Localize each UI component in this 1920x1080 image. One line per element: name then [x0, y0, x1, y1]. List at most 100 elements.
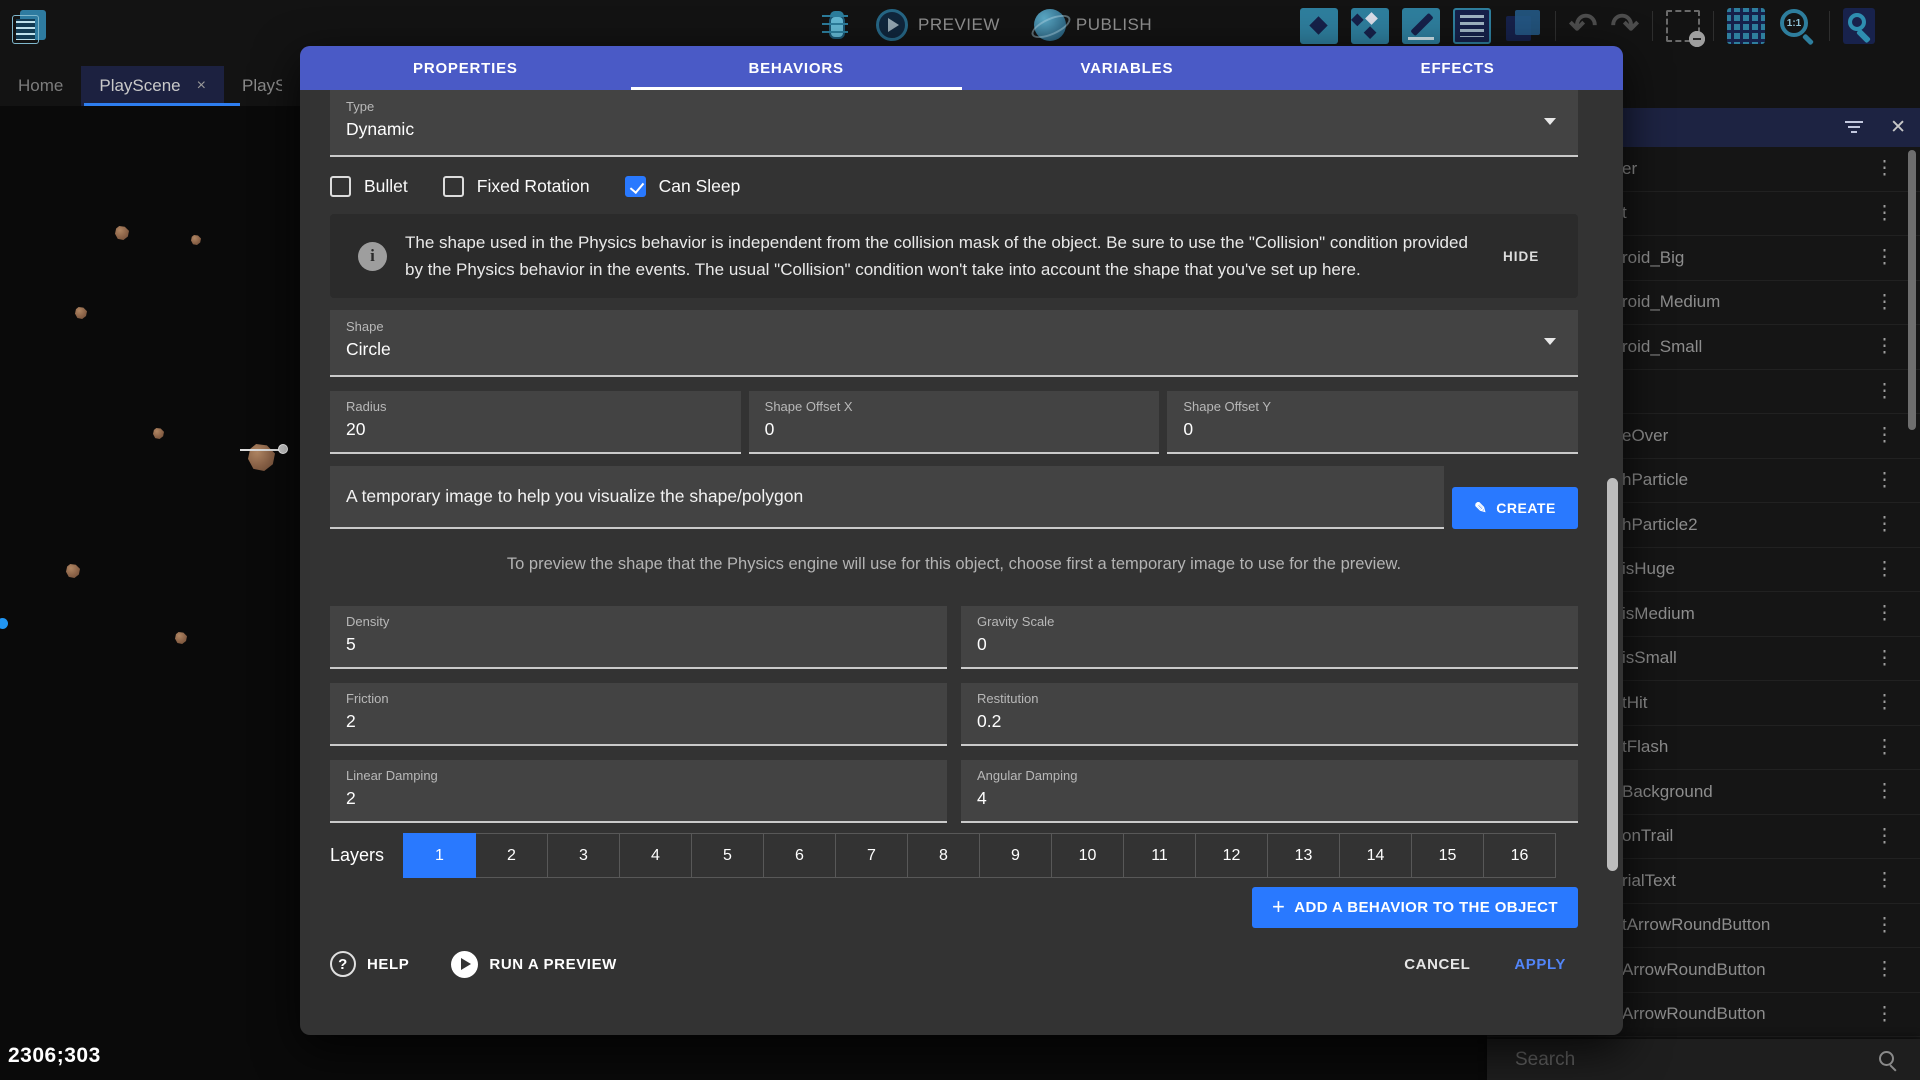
asteroid-sprite[interactable]: [75, 307, 87, 319]
layer-button[interactable]: 10: [1051, 833, 1124, 878]
help-button[interactable]: ? HELP: [330, 951, 409, 977]
kebab-menu-icon[interactable]: ⋮: [1875, 424, 1894, 447]
edit-scene-icon[interactable]: [1402, 8, 1440, 44]
grid-icon[interactable]: [1727, 8, 1765, 44]
asteroid-sprite[interactable]: [115, 226, 129, 240]
physics-param-field[interactable]: Density 5: [330, 606, 947, 669]
cancel-button[interactable]: CANCEL: [1404, 956, 1470, 973]
object-groups-icon[interactable]: [1351, 8, 1389, 44]
asteroid-sprite[interactable]: [153, 428, 164, 439]
layer-button[interactable]: 2: [475, 833, 548, 878]
layer-button[interactable]: 12: [1195, 833, 1268, 878]
physics-param-field[interactable]: Angular Damping 4: [961, 760, 1578, 823]
kebab-menu-icon[interactable]: ⋮: [1875, 291, 1894, 314]
dialog-tab[interactable]: PROPERTIES: [300, 46, 631, 90]
layer-button[interactable]: 16: [1483, 833, 1556, 878]
fixed-rotation-checkbox[interactable]: [443, 176, 464, 197]
kebab-menu-icon[interactable]: ⋮: [1875, 602, 1894, 625]
layer-button[interactable]: 11: [1123, 833, 1196, 878]
layer-button[interactable]: 5: [691, 833, 764, 878]
kebab-menu-icon[interactable]: ⋮: [1875, 335, 1894, 358]
kebab-menu-icon[interactable]: ⋮: [1875, 246, 1894, 269]
instances-list-icon[interactable]: [1453, 8, 1491, 44]
dialog-tab[interactable]: BEHAVIORS: [631, 46, 962, 90]
can-sleep-checkbox-item[interactable]: Can Sleep: [625, 176, 741, 197]
layer-button[interactable]: 4: [619, 833, 692, 878]
apply-button[interactable]: APPLY: [1514, 956, 1566, 973]
kebab-menu-icon[interactable]: ⋮: [1875, 513, 1894, 536]
kebab-menu-icon[interactable]: ⋮: [1875, 380, 1894, 403]
filter-icon[interactable]: [1844, 121, 1864, 135]
kebab-menu-icon[interactable]: ⋮: [1875, 691, 1894, 714]
bullet-checkbox[interactable]: [330, 176, 351, 197]
redo-icon[interactable]: ↷: [1611, 8, 1640, 44]
layer-button[interactable]: 15: [1411, 833, 1484, 878]
bullet-checkbox-item[interactable]: Bullet: [330, 176, 408, 197]
tab-home[interactable]: Home: [0, 66, 81, 106]
kebab-menu-icon[interactable]: ⋮: [1875, 958, 1894, 981]
add-behavior-button[interactable]: + ADD A BEHAVIOR TO THE OBJECT: [1252, 887, 1578, 928]
fixed-rotation-checkbox-item[interactable]: Fixed Rotation: [443, 176, 590, 197]
asteroid-sprite[interactable]: [191, 235, 201, 245]
shape-param-field[interactable]: Shape Offset X 0: [749, 391, 1160, 454]
layer-button[interactable]: 9: [979, 833, 1052, 878]
kebab-menu-icon[interactable]: ⋮: [1875, 825, 1894, 848]
kebab-menu-icon[interactable]: ⋮: [1875, 1003, 1894, 1026]
tab-playscene-events[interactable]: PlayS: [224, 66, 282, 106]
deselect-instances-icon[interactable]: [1666, 10, 1700, 42]
publish-button[interactable]: PUBLISH: [1076, 15, 1152, 35]
publish-globe-icon[interactable]: [1034, 9, 1066, 41]
run-preview-button[interactable]: RUN A PREVIEW: [451, 951, 617, 978]
temp-image-field[interactable]: A temporary image to help you visualize …: [330, 466, 1444, 529]
layer-button[interactable]: 13: [1267, 833, 1340, 878]
layer-button[interactable]: 6: [763, 833, 836, 878]
physics-param-field[interactable]: Restitution 0.2: [961, 683, 1578, 746]
undo-icon[interactable]: ↶: [1569, 8, 1598, 44]
layer-button[interactable]: 3: [547, 833, 620, 878]
type-select[interactable]: Type Dynamic: [330, 90, 1578, 157]
kebab-menu-icon[interactable]: ⋮: [1875, 914, 1894, 937]
dialog-tab[interactable]: EFFECTS: [1292, 46, 1623, 90]
preview-button[interactable]: PREVIEW: [918, 15, 1000, 35]
asteroid-sprite[interactable]: [66, 564, 80, 578]
objects-search-bar[interactable]: Search: [1487, 1039, 1920, 1080]
kebab-menu-icon[interactable]: ⋮: [1875, 647, 1894, 670]
project-manager-icon[interactable]: [10, 8, 48, 46]
close-icon[interactable]: ✕: [1890, 118, 1906, 137]
selection-handle-dot[interactable]: [278, 444, 288, 454]
physics-param-field[interactable]: Friction 2: [330, 683, 947, 746]
debug-icon[interactable]: [822, 10, 848, 40]
kebab-menu-icon[interactable]: ⋮: [1875, 869, 1894, 892]
kebab-menu-icon[interactable]: ⋮: [1875, 780, 1894, 803]
shape-select[interactable]: Shape Circle: [330, 310, 1578, 377]
objects-list-icon[interactable]: [1300, 8, 1338, 44]
layer-button[interactable]: 7: [835, 833, 908, 878]
hide-button[interactable]: HIDE: [1503, 249, 1539, 264]
shape-param-field[interactable]: Shape Offset Y 0: [1167, 391, 1578, 454]
search-input[interactable]: Search: [1515, 1049, 1878, 1071]
can-sleep-checkbox[interactable]: [625, 176, 646, 197]
layers-icon[interactable]: [1504, 8, 1542, 44]
shape-param-field[interactable]: Radius 20: [330, 391, 741, 454]
physics-param-field[interactable]: Gravity Scale 0: [961, 606, 1578, 669]
kebab-menu-icon[interactable]: ⋮: [1875, 558, 1894, 581]
tab-close-icon[interactable]: ×: [197, 77, 206, 95]
tab-playscene[interactable]: PlayScene ×: [81, 66, 224, 106]
kebab-menu-icon[interactable]: ⋮: [1875, 469, 1894, 492]
create-button[interactable]: ✎ CREATE: [1452, 487, 1578, 529]
zoom-original-icon[interactable]: 1:1: [1778, 8, 1816, 44]
layer-button[interactable]: 8: [907, 833, 980, 878]
layer-button[interactable]: 1: [403, 833, 476, 878]
asteroid-sprite[interactable]: [175, 632, 187, 644]
kebab-menu-icon[interactable]: ⋮: [1875, 736, 1894, 759]
layer-button[interactable]: 14: [1339, 833, 1412, 878]
scene-properties-icon[interactable]: [1843, 8, 1875, 44]
objects-list-scrollbar[interactable]: [1908, 150, 1916, 430]
physics-param-field[interactable]: Linear Damping 2: [330, 760, 947, 823]
dialog-tab[interactable]: VARIABLES: [962, 46, 1293, 90]
field-label: Friction: [346, 691, 933, 706]
dialog-scrollbar[interactable]: [1607, 478, 1618, 871]
kebab-menu-icon[interactable]: ⋮: [1875, 157, 1894, 180]
kebab-menu-icon[interactable]: ⋮: [1875, 202, 1894, 225]
preview-play-icon[interactable]: [876, 9, 908, 41]
